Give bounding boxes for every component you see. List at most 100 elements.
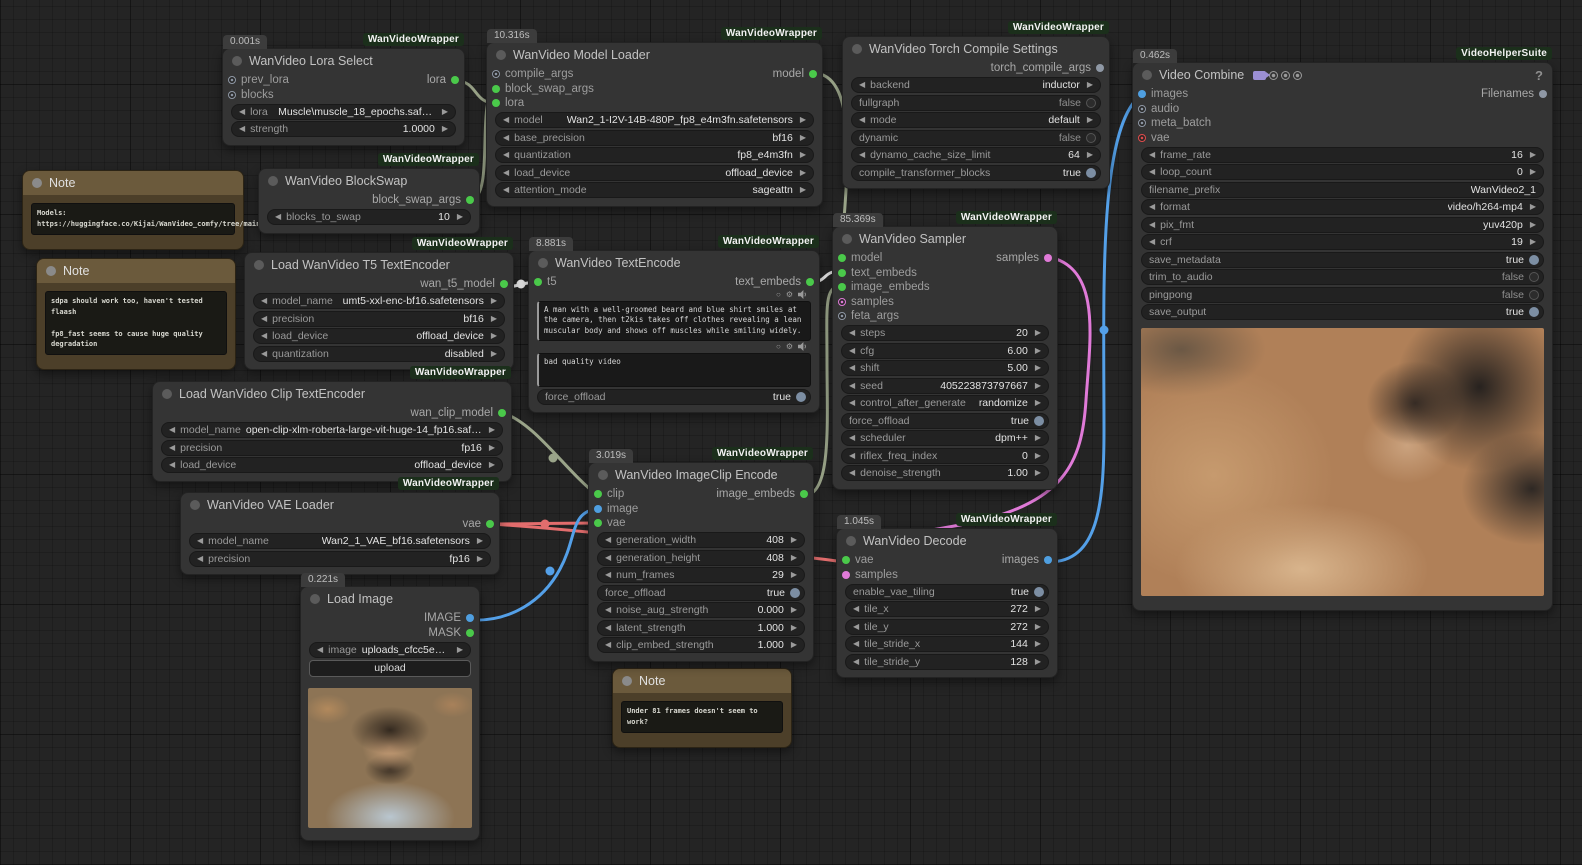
loop_count-widget[interactable]: ◀loop_count0▶ (1141, 164, 1544, 180)
decrement-arrow-icon[interactable]: ◀ (1149, 151, 1155, 159)
decrement-arrow-icon[interactable]: ◀ (197, 555, 203, 563)
negative-prompt-textarea[interactable]: bad quality video (537, 353, 811, 387)
blocks_to_swap-widget[interactable]: ◀blocks_to_swap10▶ (267, 209, 471, 225)
node-title-bar[interactable]: Note (23, 171, 243, 195)
decrement-arrow-icon[interactable]: ◀ (261, 315, 267, 323)
slot-dot[interactable] (594, 505, 602, 513)
slot-dot[interactable] (228, 76, 236, 84)
decrement-arrow-icon[interactable]: ◀ (503, 169, 509, 177)
decode-node[interactable]: 1.045sWanVideoWrapperWanVideo Decodevaei… (836, 528, 1058, 678)
decrement-arrow-icon[interactable]: ◀ (849, 469, 855, 477)
increment-arrow-icon[interactable]: ▶ (1530, 238, 1536, 246)
seed-widget[interactable]: ◀seed405223873797667▶ (841, 378, 1049, 394)
output-slot-model[interactable]: model (773, 68, 817, 80)
toggle-knob-icon[interactable] (1529, 307, 1539, 317)
slot-dot[interactable] (228, 91, 236, 99)
toggle-knob-icon[interactable] (1529, 272, 1539, 282)
slot-dot[interactable] (486, 520, 494, 528)
model_name-widget[interactable]: ◀model_nameWan2_1_VAE_bf16.safetensors▶ (189, 533, 491, 549)
slot-dot[interactable] (838, 298, 846, 306)
decrement-arrow-icon[interactable]: ◀ (849, 329, 855, 337)
collapse-dot-icon[interactable] (598, 470, 608, 480)
increment-arrow-icon[interactable]: ▶ (1035, 399, 1041, 407)
increment-arrow-icon[interactable]: ▶ (1035, 329, 1041, 337)
decrement-arrow-icon[interactable]: ◀ (605, 536, 611, 544)
input-slot-samples[interactable]: samples (838, 296, 894, 308)
input-slot-t5[interactable]: t5 (534, 276, 557, 288)
input-slot-block_swap_args[interactable]: block_swap_args (492, 83, 594, 95)
blockswap-node[interactable]: WanVideoWrapperWanVideo BlockSwapblock_s… (258, 168, 480, 234)
decrement-arrow-icon[interactable]: ◀ (849, 399, 855, 407)
collapse-dot-icon[interactable] (1142, 70, 1152, 80)
base_precision-widget[interactable]: ◀base_precisionbf16▶ (495, 130, 814, 146)
steps-widget[interactable]: ◀steps20▶ (841, 325, 1049, 341)
slot-dot[interactable] (806, 278, 814, 286)
increment-arrow-icon[interactable]: ▶ (1035, 364, 1041, 372)
collapse-dot-icon[interactable] (162, 389, 172, 399)
decrement-arrow-icon[interactable]: ◀ (317, 646, 323, 654)
toggle-knob-icon[interactable] (1529, 255, 1539, 265)
mode-widget[interactable]: ◀modedefault▶ (851, 112, 1101, 128)
precision-widget[interactable]: ◀precisionbf16▶ (253, 311, 505, 327)
node-title-bar[interactable]: WanVideo VAE Loader (181, 493, 499, 517)
decrement-arrow-icon[interactable]: ◀ (261, 350, 267, 358)
load-image-node[interactable]: 0.221sLoad ImageIMAGEMASK◀imageuploads_c… (300, 586, 480, 841)
precision-widget[interactable]: ◀precisionfp16▶ (189, 551, 491, 567)
increment-arrow-icon[interactable]: ▶ (491, 297, 497, 305)
slot-dot[interactable] (594, 519, 602, 527)
noise_aug_strength-widget[interactable]: ◀noise_aug_strength0.000▶ (597, 602, 805, 618)
force_offload-widget[interactable]: force_offloadtrue (597, 585, 805, 601)
output-slot-lora[interactable]: lora (427, 74, 459, 86)
input-slot-text_embeds[interactable]: text_embeds (838, 267, 917, 279)
attention_mode-widget[interactable]: ◀attention_modesageattn▶ (495, 182, 814, 198)
collapse-dot-icon[interactable] (538, 258, 548, 268)
node-title-bar[interactable]: Video Combine? (1133, 63, 1552, 87)
link-midpoint-dot[interactable] (546, 567, 555, 576)
play-pause-icon[interactable] (1281, 71, 1290, 80)
trim_to_audio-widget[interactable]: trim_to_audiofalse (1141, 269, 1544, 285)
decrement-arrow-icon[interactable]: ◀ (859, 151, 865, 159)
circle-icon[interactable]: ○ (776, 291, 781, 299)
slot-dot[interactable] (838, 254, 846, 262)
increment-arrow-icon[interactable]: ▶ (1035, 658, 1041, 666)
node-title-bar[interactable]: Note (37, 259, 235, 283)
filename_prefix-widget[interactable]: filename_prefixWanVideo2_1 (1141, 182, 1544, 198)
decrement-arrow-icon[interactable]: ◀ (275, 213, 281, 221)
quantization-widget[interactable]: ◀quantizationdisabled▶ (253, 346, 505, 362)
model-widget[interactable]: ◀modelWan2_1-I2V-14B-480P_fp8_e4m3fn.saf… (495, 112, 814, 128)
node-title-bar[interactable]: Load Image (301, 587, 479, 611)
decrement-arrow-icon[interactable]: ◀ (853, 605, 859, 613)
slot-dot[interactable] (838, 312, 846, 320)
increment-arrow-icon[interactable]: ▶ (800, 134, 806, 142)
input-slot-image[interactable]: image (594, 503, 638, 515)
slot-dot[interactable] (1096, 64, 1104, 72)
quantization-widget[interactable]: ◀quantizationfp8_e4m3fn▶ (495, 147, 814, 163)
t5-encoder-node[interactable]: WanVideoWrapperLoad WanVideo T5 TextEnco… (244, 252, 514, 370)
increment-arrow-icon[interactable]: ▶ (1087, 81, 1093, 89)
slot-dot[interactable] (809, 70, 817, 78)
clip-encoder-node[interactable]: WanVideoWrapperLoad WanVideo Clip TextEn… (152, 381, 512, 482)
frame_rate-widget[interactable]: ◀frame_rate16▶ (1141, 147, 1544, 163)
decrement-arrow-icon[interactable]: ◀ (605, 554, 611, 562)
backend-widget[interactable]: ◀backendinductor▶ (851, 77, 1101, 93)
link-midpoint-dot[interactable] (1100, 326, 1109, 335)
increment-arrow-icon[interactable]: ▶ (457, 646, 463, 654)
increment-arrow-icon[interactable]: ▶ (1035, 452, 1041, 460)
sync-icon[interactable] (1293, 71, 1302, 80)
output-slot-text_embeds[interactable]: text_embeds (735, 276, 814, 288)
decrement-arrow-icon[interactable]: ◀ (503, 116, 509, 124)
save_output-widget[interactable]: save_outputtrue (1141, 304, 1544, 320)
load_device-widget[interactable]: ◀load_deviceoffload_device▶ (495, 165, 814, 181)
decrement-arrow-icon[interactable]: ◀ (261, 332, 267, 340)
increment-arrow-icon[interactable]: ▶ (1530, 151, 1536, 159)
node-graph-canvas[interactable]: NoteModels: https://huggingface.co/Kijai… (0, 0, 1582, 865)
link-midpoint-dot[interactable] (517, 280, 526, 289)
output-slot-torch_compile_args[interactable]: torch_compile_args (991, 62, 1104, 74)
increment-arrow-icon[interactable]: ▶ (791, 571, 797, 579)
speaker-icon[interactable] (798, 342, 807, 353)
denoise_strength-widget[interactable]: ◀denoise_strength1.00▶ (841, 465, 1049, 481)
decrement-arrow-icon[interactable]: ◀ (849, 452, 855, 460)
imageclip-encode-node[interactable]: 3.019sWanVideoWrapperWanVideo ImageClip … (588, 462, 814, 662)
previous-frame-icon[interactable] (1269, 71, 1278, 80)
increment-arrow-icon[interactable]: ▶ (800, 151, 806, 159)
